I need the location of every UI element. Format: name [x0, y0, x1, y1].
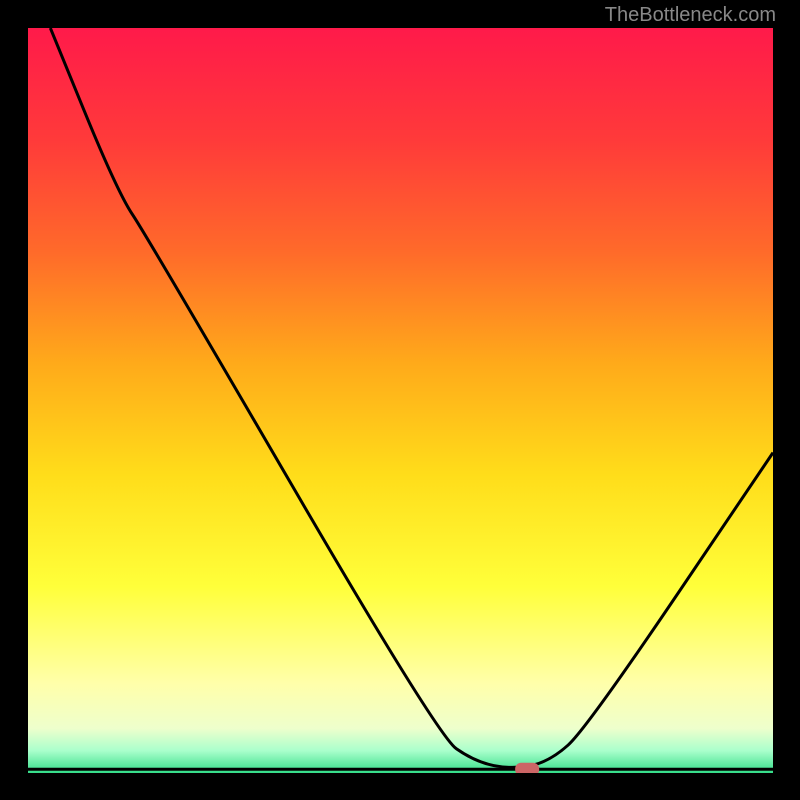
optimal-marker	[515, 763, 539, 773]
gradient-background	[28, 28, 773, 773]
plot-area	[28, 28, 773, 773]
chart-svg	[28, 28, 773, 773]
watermark-text: TheBottleneck.com	[605, 4, 776, 27]
chart-container: TheBottleneck.com	[0, 0, 800, 800]
